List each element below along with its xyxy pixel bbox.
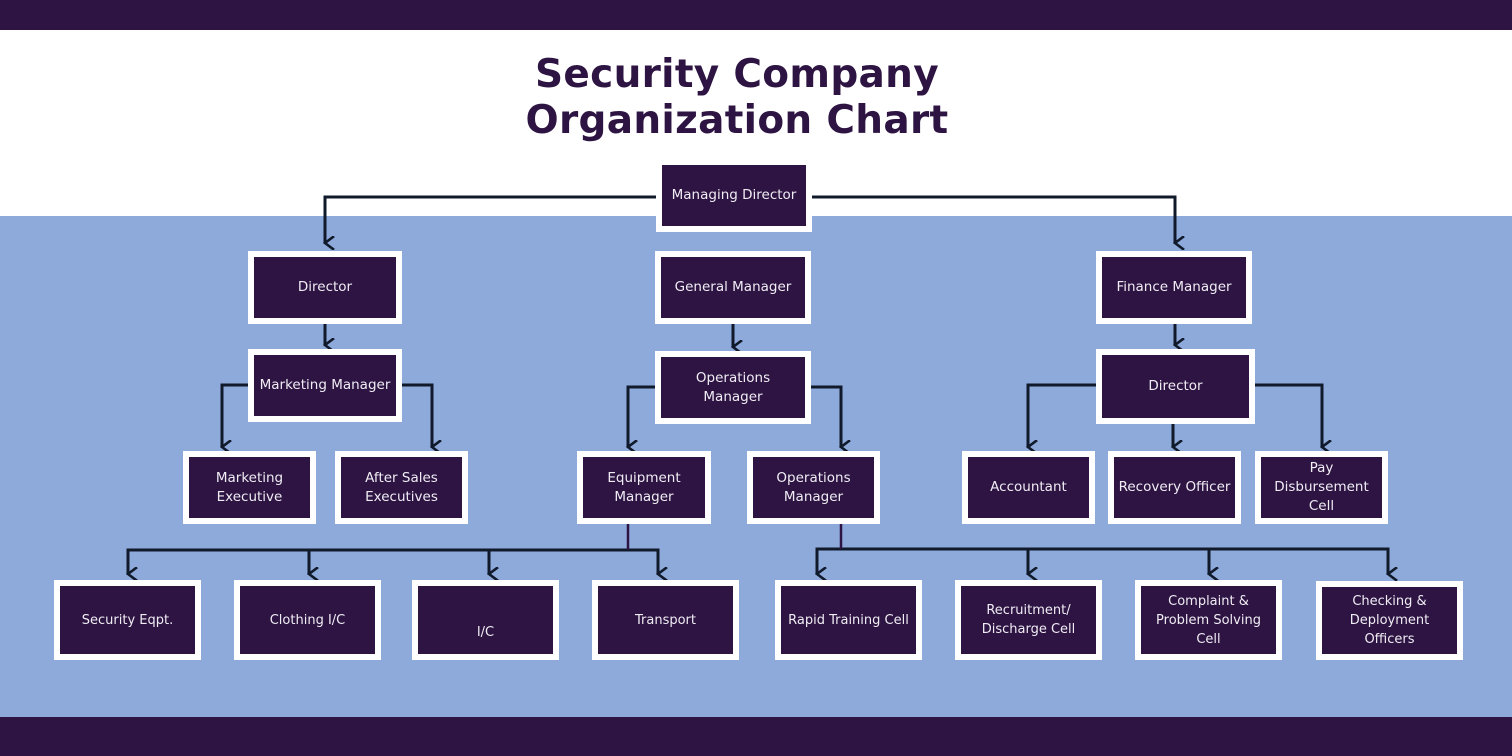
node-label: General Manager xyxy=(674,279,792,295)
node-label: Marketing Executive xyxy=(215,469,284,505)
node-label: Managing Director xyxy=(671,187,797,203)
node-label: Clothing I/C xyxy=(269,612,346,628)
title-line-2: Organization Chart xyxy=(525,98,949,143)
node-label: Accountant xyxy=(990,479,1067,495)
node-finance-manager[interactable]: Finance Manager xyxy=(1096,251,1252,324)
node-label: Pay Disbursement Cell xyxy=(1274,460,1369,514)
node-operations-manager-top[interactable]: Operations Manager xyxy=(655,351,811,424)
node-label: After Sales Executives xyxy=(365,469,438,505)
node-complaint-problem-solving-cell[interactable]: Complaint & Problem Solving Cell xyxy=(1135,580,1282,660)
node-accountant[interactable]: Accountant xyxy=(962,451,1095,524)
node-managing-director[interactable]: Managing Director xyxy=(656,165,812,232)
node-clothing-ic[interactable]: Clothing I/C xyxy=(234,580,381,660)
node-checking-deployment-officers[interactable]: Checking & Deployment Officers xyxy=(1316,581,1463,660)
node-director-right[interactable]: Director xyxy=(1096,349,1255,424)
node-label: Recovery Officer xyxy=(1118,479,1231,495)
node-label: Checking & Deployment Officers xyxy=(1349,594,1430,647)
node-label: Equipment Manager xyxy=(607,469,681,505)
node-label: Transport xyxy=(634,612,696,628)
node-label: Marketing Manager xyxy=(259,377,391,393)
node-label: Security Eqpt. xyxy=(81,612,174,628)
node-label: Operations Manager xyxy=(776,469,851,505)
node-rapid-training-cell[interactable]: Rapid Training Cell xyxy=(775,580,922,660)
node-security-eqpt[interactable]: Security Eqpt. xyxy=(54,580,201,660)
node-label: Complaint & Problem Solving Cell xyxy=(1156,593,1261,647)
node-label: Director xyxy=(1148,378,1203,394)
node-transport[interactable]: Transport xyxy=(592,580,739,660)
node-general-manager[interactable]: General Manager xyxy=(655,251,811,324)
node-label: Operations Manager xyxy=(695,369,771,405)
node-ic[interactable]: I/C xyxy=(412,580,559,660)
node-recovery-officer[interactable]: Recovery Officer xyxy=(1108,451,1241,524)
node-director-left[interactable]: Director xyxy=(248,251,402,324)
node-label: Director xyxy=(297,279,353,295)
node-label: I/C xyxy=(476,625,495,640)
page-title: Security Company Organization Chart xyxy=(0,52,1474,144)
node-label: Recruitment/ Discharge Cell xyxy=(981,603,1076,637)
node-pay-disbursement-cell[interactable]: Pay Disbursement Cell xyxy=(1255,451,1388,524)
top-band xyxy=(0,0,1512,30)
node-marketing-manager[interactable]: Marketing Manager xyxy=(248,349,402,422)
node-label: Rapid Training Cell xyxy=(788,612,909,628)
title-line-1: Security Company xyxy=(535,52,939,97)
node-label: Finance Manager xyxy=(1116,279,1232,295)
node-recruitment-discharge-cell[interactable]: Recruitment/ Discharge Cell xyxy=(955,580,1102,660)
bottom-band xyxy=(0,717,1512,756)
node-equipment-manager[interactable]: Equipment Manager xyxy=(577,451,711,524)
node-after-sales-executives[interactable]: After Sales Executives xyxy=(335,451,468,524)
node-marketing-executive[interactable]: Marketing Executive xyxy=(183,451,316,524)
node-operations-manager-sub[interactable]: Operations Manager xyxy=(747,451,880,524)
